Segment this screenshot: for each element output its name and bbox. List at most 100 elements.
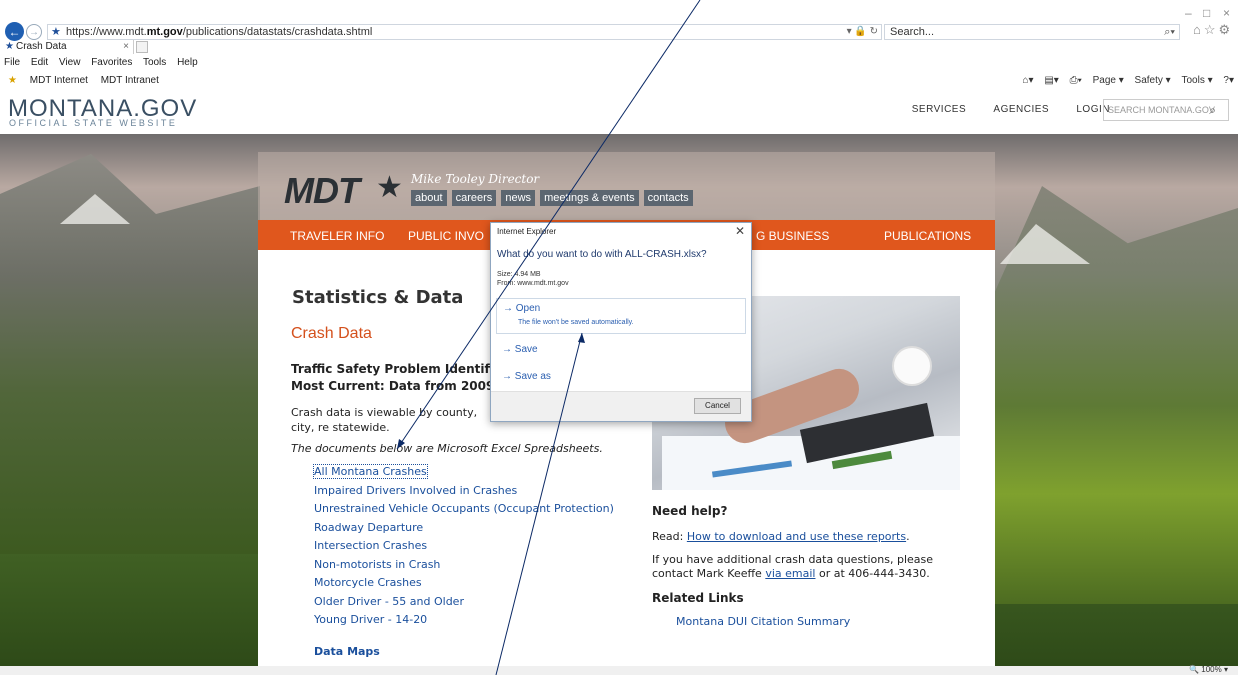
minimize-icon[interactable]: –	[1185, 6, 1192, 20]
search-icon[interactable]: ⌕	[1209, 100, 1216, 120]
contact-suffix: or at 406-444-3430.	[815, 567, 930, 580]
link-older-driver[interactable]: Older Driver - 55 and Older	[314, 593, 614, 612]
maximize-icon[interactable]: □	[1203, 6, 1210, 20]
nav-traveler-info[interactable]: TRAVELER INFO	[290, 229, 384, 243]
documents-note: The documents below are Microsoft Excel …	[291, 442, 603, 455]
viewable-text: Crash data is viewable by county, city, …	[291, 406, 478, 434]
open-label: → Open	[503, 303, 540, 314]
mdt-logo[interactable]: MDT	[284, 170, 360, 212]
nav-publications[interactable]: PUBLICATIONS	[884, 229, 971, 243]
montana-subtitle: OFFICIAL STATE WEBSITE	[9, 118, 178, 128]
home-star-gear-icons[interactable]: ⌂☆⚙	[1193, 22, 1233, 38]
menu-file[interactable]: File	[4, 57, 20, 68]
related-links-heading: Related Links	[652, 591, 744, 605]
zoom-value: 100%	[1201, 665, 1222, 674]
photo-cup	[892, 346, 932, 386]
help-icon[interactable]: ?▾	[1223, 75, 1234, 86]
dialog-footer: Cancel	[491, 391, 751, 421]
arrow-right-icon: →	[502, 344, 515, 355]
zoom-level[interactable]: 🔍 100% ▾	[1189, 665, 1228, 674]
director-name: Mike Tooley Director	[411, 172, 540, 186]
feeds-icon[interactable]: ▤▾	[1044, 75, 1058, 86]
cmd-safety[interactable]: Safety ▾	[1135, 75, 1171, 86]
link-motorcycle-crashes[interactable]: Motorcycle Crashes	[314, 574, 614, 593]
read-prefix: Read:	[652, 530, 687, 543]
save-as-button[interactable]: → Save as	[502, 371, 551, 382]
arrow-right-icon: →	[503, 303, 516, 314]
mdt-banner: MDT ★ Mike Tooley Director about careers…	[258, 152, 995, 220]
list-item[interactable]: All Montana Crashes	[313, 463, 614, 482]
nav-agencies[interactable]: AGENCIES	[993, 104, 1049, 115]
browser-chrome: – □ × ← → ★ https://www.mdt.mt.gov/publi…	[0, 0, 1238, 90]
cancel-button[interactable]: Cancel	[694, 398, 741, 414]
favorite-mdt-internet[interactable]: MDT Internet	[30, 75, 88, 86]
print-icon[interactable]: ⎙▾	[1070, 75, 1082, 86]
link-young-driver[interactable]: Young Driver - 14-20	[314, 611, 614, 630]
montana-nav: SERVICES AGENCIES LOGIN	[888, 104, 1110, 115]
search-icon[interactable]: ⌕▾	[1164, 25, 1175, 39]
open-button[interactable]: → Open The file won't be saved automatic…	[496, 298, 746, 334]
dialog-title: Internet Explorer	[497, 227, 557, 236]
menu-edit[interactable]: Edit	[31, 57, 48, 68]
link-impaired-drivers[interactable]: Impaired Drivers Involved in Crashes	[314, 482, 614, 501]
new-tab-button[interactable]	[136, 41, 148, 53]
file-source: From: www.mdt.mt.gov	[497, 280, 569, 287]
close-icon[interactable]: ✕	[735, 224, 745, 238]
tab-star-icon: ★	[5, 41, 14, 52]
address-bar[interactable]: ★ https://www.mdt.mt.gov/publications/da…	[47, 24, 882, 40]
mountain-right	[993, 186, 1238, 604]
menu-tools[interactable]: Tools	[143, 57, 166, 68]
cmd-page[interactable]: Page ▾	[1093, 75, 1124, 86]
favorites-add-icon[interactable]: ★	[8, 75, 17, 86]
montana-search-input[interactable]: SEARCH MONTANA.GOV ⌕	[1103, 99, 1229, 121]
browser-search-input[interactable]: Search... ⌕▾	[884, 24, 1180, 40]
read-line: Read: How to download and use these repo…	[652, 530, 910, 543]
arrow-right-icon: →	[502, 371, 515, 382]
link-unrestrained-occupants[interactable]: Unrestrained Vehicle Occupants (Occupant…	[314, 500, 614, 519]
cmd-tools[interactable]: Tools ▾	[1181, 75, 1212, 86]
back-button[interactable]: ←	[5, 22, 24, 41]
command-bar: ⌂▾ ▤▾ ⎙▾ Page ▾ Safety ▾ Tools ▾ ?▾	[1015, 73, 1234, 89]
nav-services[interactable]: SERVICES	[912, 104, 966, 115]
forward-button[interactable]: →	[26, 24, 42, 40]
home-icon[interactable]: ⌂▾	[1023, 75, 1034, 86]
link-non-motorists[interactable]: Non-motorists in Crash	[314, 556, 614, 575]
tab-crash-data[interactable]: ★ Crash Data ×	[4, 40, 134, 54]
need-help-heading: Need help?	[652, 504, 728, 518]
close-window-icon[interactable]: ×	[1223, 6, 1230, 20]
menu-help[interactable]: Help	[177, 57, 198, 68]
file-size: Size: 4.94 MB	[497, 271, 541, 278]
save-button[interactable]: → Save	[502, 344, 538, 355]
link-meetings-events[interactable]: meetings & events	[540, 190, 639, 206]
favorite-mdt-intranet[interactable]: MDT Intranet	[101, 75, 159, 86]
mountain-left	[0, 154, 260, 554]
dialog-question: What do you want to do with ALL-CRASH.xl…	[497, 249, 707, 260]
nav-public-involvement[interactable]: PUBLIC INVO	[408, 229, 484, 243]
how-to-download-link[interactable]: How to download and use these reports	[687, 530, 906, 543]
page-title: Statistics & Data	[292, 287, 464, 308]
tab-title: Crash Data	[16, 41, 67, 52]
browser-search-placeholder: Search...	[890, 26, 935, 38]
link-about[interactable]: about	[411, 190, 447, 206]
link-intersection-crashes[interactable]: Intersection Crashes	[314, 537, 614, 556]
email-link[interactable]: via email	[765, 567, 815, 580]
link-roadway-departure[interactable]: Roadway Departure	[314, 519, 614, 538]
link-news[interactable]: news	[501, 190, 536, 206]
link-all-montana-crashes[interactable]: All Montana Crashes	[313, 464, 428, 479]
mdt-links: about careers news meetings & events con…	[411, 190, 695, 206]
dui-citation-link[interactable]: Montana DUI Citation Summary	[676, 615, 850, 628]
open-text: Open	[515, 303, 541, 314]
crash-report-links: All Montana Crashes Impaired Drivers Inv…	[313, 463, 614, 630]
montana-search-placeholder: SEARCH MONTANA.GOV	[1108, 105, 1215, 115]
link-careers[interactable]: careers	[451, 190, 497, 206]
refresh-icon[interactable]: ▾ 🔒 ↻	[847, 25, 878, 39]
link-contacts[interactable]: contacts	[643, 190, 693, 206]
data-maps-link[interactable]: Data Maps	[314, 645, 380, 658]
read-suffix: .	[906, 530, 910, 543]
montana-header: MONTANA.GOV OFFICIAL STATE WEBSITE SERVI…	[0, 90, 1238, 134]
menu-view[interactable]: View	[59, 57, 81, 68]
open-subtext: The file won't be saved automatically.	[518, 319, 634, 326]
menu-favorites[interactable]: Favorites	[91, 57, 132, 68]
nav-doing-business[interactable]: G BUSINESS	[756, 229, 829, 243]
tab-close-icon[interactable]: ×	[123, 40, 129, 54]
